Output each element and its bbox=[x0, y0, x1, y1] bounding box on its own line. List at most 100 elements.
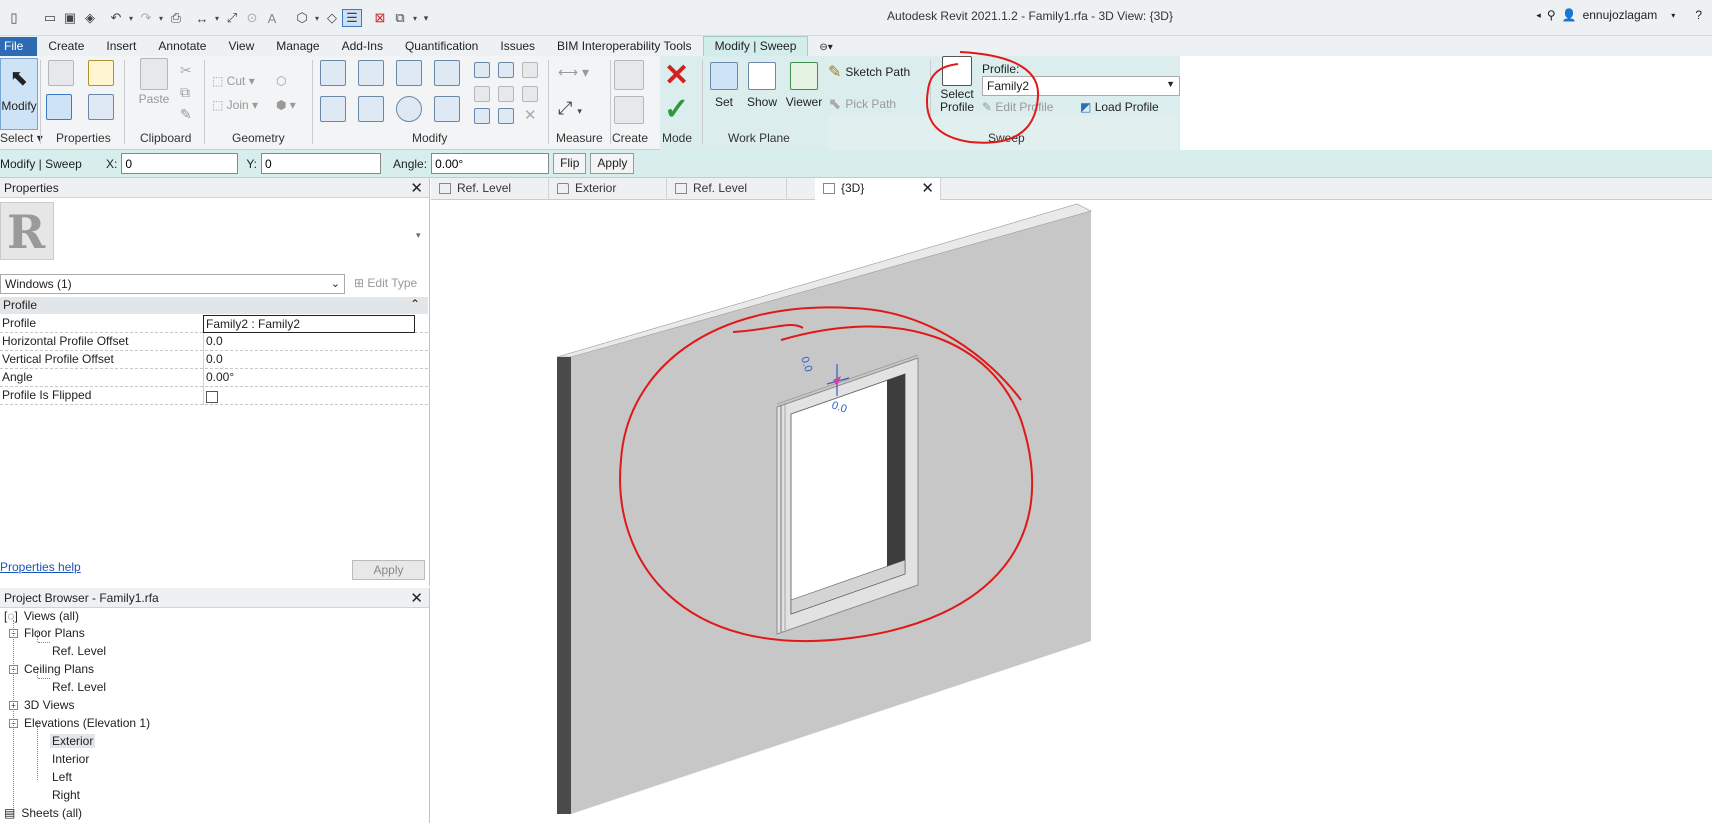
tree-node-3d-views[interactable]: +3D Views bbox=[9, 698, 74, 712]
x-input[interactable] bbox=[121, 153, 239, 174]
print-icon[interactable]: ⎙ bbox=[166, 10, 186, 26]
dropdown-arrow-icon[interactable]: ▾ bbox=[1671, 11, 1675, 20]
user-icon[interactable]: 👤 bbox=[1562, 8, 1577, 22]
scale-icon[interactable] bbox=[498, 86, 514, 102]
text-icon[interactable]: A bbox=[262, 11, 282, 26]
modify-button[interactable]: ⬉ Modify bbox=[0, 58, 38, 130]
measure-icon[interactable]: ↔ bbox=[192, 11, 212, 26]
tab-file[interactable]: File bbox=[0, 37, 38, 56]
view-tab-3d[interactable]: {3D} ✕ bbox=[815, 178, 941, 200]
3d-view-icon[interactable]: ⬡ bbox=[292, 10, 312, 26]
dropdown-arrow-icon[interactable]: ▾ bbox=[126, 14, 136, 23]
save-icon[interactable]: ▣ bbox=[60, 10, 80, 26]
move-icon[interactable] bbox=[320, 96, 346, 122]
collapse-icon[interactable]: − bbox=[9, 629, 18, 638]
dropdown-arrow-icon[interactable]: ▾ bbox=[156, 14, 166, 23]
aligned-dimension-icon[interactable]: ⤢ ▾ bbox=[558, 98, 582, 119]
tree-node-interior[interactable]: Interior bbox=[52, 752, 89, 766]
switch-windows-icon[interactable]: ⧉ bbox=[390, 10, 410, 26]
undo-icon[interactable]: ↶ bbox=[106, 10, 126, 26]
align-icon[interactable] bbox=[320, 60, 346, 86]
tab-add-ins[interactable]: Add-Ins bbox=[331, 37, 394, 56]
pin-icon[interactable] bbox=[522, 62, 538, 78]
type-properties-icon[interactable] bbox=[88, 60, 114, 86]
tree-node-right[interactable]: Right bbox=[52, 788, 80, 802]
open-icon[interactable]: ▭ bbox=[40, 10, 60, 26]
trim-single-icon[interactable] bbox=[498, 108, 514, 124]
split-with-gap-icon[interactable] bbox=[498, 62, 514, 78]
close-icon[interactable]: ✕ bbox=[921, 179, 934, 197]
dropdown-arrow-icon[interactable]: ▾ bbox=[212, 14, 222, 23]
apply-properties-button[interactable]: Apply bbox=[352, 560, 425, 580]
property-row[interactable]: Angle 0.00° bbox=[0, 369, 428, 387]
split-element-icon[interactable] bbox=[474, 62, 490, 78]
chevron-left-icon[interactable]: ◂ bbox=[1536, 10, 1541, 21]
profile-group-header[interactable]: Profile ⌃ bbox=[0, 297, 428, 314]
view-tab-ref-level[interactable]: Ref. Level bbox=[431, 178, 549, 200]
view-tab-exterior[interactable]: Exterior bbox=[549, 178, 667, 200]
property-value[interactable]: 0.00° bbox=[203, 369, 415, 387]
property-row[interactable]: Horizontal Profile Offset 0.0 bbox=[0, 333, 428, 351]
type-dropdown-arrow-icon[interactable]: ▾ bbox=[416, 230, 421, 241]
close-icon[interactable]: ✕ bbox=[410, 179, 423, 197]
flip-button[interactable]: Flip bbox=[553, 153, 587, 174]
properties-icon[interactable] bbox=[48, 60, 74, 86]
cancel-mode-icon[interactable]: ✕ bbox=[664, 58, 689, 93]
thin-lines-icon[interactable]: ☰ bbox=[342, 9, 362, 27]
tree-node-ceiling-ref-level[interactable]: Ref. Level bbox=[52, 680, 106, 694]
mirror-draw-axis-icon[interactable] bbox=[434, 60, 460, 86]
show-work-plane-button[interactable]: Show bbox=[744, 62, 780, 109]
tree-node-exterior[interactable]: Exterior bbox=[50, 734, 96, 748]
tree-node-views[interactable]: [◌] Views (all) bbox=[4, 609, 79, 623]
offset-icon[interactable] bbox=[358, 60, 384, 86]
properties-help-link[interactable]: Properties help bbox=[0, 560, 81, 574]
y-input[interactable] bbox=[261, 153, 382, 174]
help-icon[interactable]: ? bbox=[1695, 8, 1702, 22]
collapse-icon[interactable]: − bbox=[9, 719, 18, 728]
finish-mode-icon[interactable]: ✓ bbox=[664, 92, 689, 127]
section-icon[interactable]: ◇ bbox=[322, 10, 342, 26]
apply-options-button[interactable]: Apply bbox=[590, 153, 635, 174]
tab-create[interactable]: Create bbox=[37, 37, 95, 56]
paint-icon[interactable]: ⬢ ▾ bbox=[276, 98, 296, 112]
tab-bim-interoperability[interactable]: BIM Interoperability Tools bbox=[546, 37, 703, 56]
tab-quantification[interactable]: Quantification bbox=[394, 37, 489, 56]
dropdown-arrow-icon[interactable]: ▾ bbox=[312, 14, 322, 23]
pick-path-button[interactable]: ⬉ Pick Path bbox=[828, 94, 896, 114]
tree-node-sheets[interactable]: ▤ Sheets (all) bbox=[4, 806, 82, 820]
work-plane-viewer-button[interactable]: Viewer bbox=[782, 62, 826, 109]
property-row[interactable]: Profile Family2 : Family2 bbox=[0, 315, 428, 333]
array-icon[interactable] bbox=[474, 86, 490, 102]
rotate-icon[interactable] bbox=[396, 96, 422, 122]
edit-type-button[interactable]: ⊞ Edit Type bbox=[350, 274, 428, 294]
sync-icon[interactable]: ◈ bbox=[80, 10, 100, 26]
dropdown-arrow-icon[interactable]: ▾ bbox=[410, 14, 420, 23]
cut-icon[interactable]: ✂ bbox=[180, 62, 192, 79]
tab-issues[interactable]: Issues bbox=[489, 37, 546, 56]
property-value[interactable]: Family2 : Family2 bbox=[203, 315, 415, 333]
view-tab-ref-level-2[interactable]: Ref. Level bbox=[667, 178, 787, 200]
unpin-icon[interactable] bbox=[522, 86, 538, 102]
join-geometry-button[interactable]: ⬚ Join ▾ bbox=[212, 98, 258, 112]
mirror-pick-axis-icon[interactable] bbox=[396, 60, 422, 86]
tab-insert[interactable]: Insert bbox=[95, 37, 147, 56]
family-types-icon[interactable] bbox=[46, 94, 72, 120]
property-value[interactable]: 0.0 bbox=[203, 333, 415, 351]
collapse-icon[interactable]: − bbox=[9, 665, 18, 674]
measure-distance-icon[interactable]: ⟷ ▾ bbox=[558, 64, 589, 81]
tab-manage[interactable]: Manage bbox=[265, 37, 330, 56]
sketch-path-button[interactable]: ✎ Sketch Path bbox=[828, 62, 910, 82]
3d-viewport[interactable]: 0.0 0.0 bbox=[431, 200, 1712, 823]
delete-icon[interactable]: ✕ bbox=[524, 106, 537, 124]
tab-annotate[interactable]: Annotate bbox=[147, 37, 217, 56]
tag-icon[interactable]: ⊙ bbox=[242, 10, 262, 26]
trim-extend-icon[interactable] bbox=[434, 96, 460, 122]
tab-view[interactable]: View bbox=[217, 37, 265, 56]
trim-multiple-icon[interactable] bbox=[474, 108, 490, 124]
select-panel-label[interactable]: Select ▾ bbox=[0, 131, 43, 145]
close-icon[interactable]: ✕ bbox=[410, 589, 423, 607]
split-face-icon[interactable]: ⬡ bbox=[276, 74, 286, 88]
property-row[interactable]: Profile Is Flipped bbox=[0, 387, 428, 405]
type-selector[interactable]: Windows (1) ⌄ bbox=[0, 274, 345, 294]
match-properties-icon[interactable]: ✎ bbox=[180, 106, 192, 123]
